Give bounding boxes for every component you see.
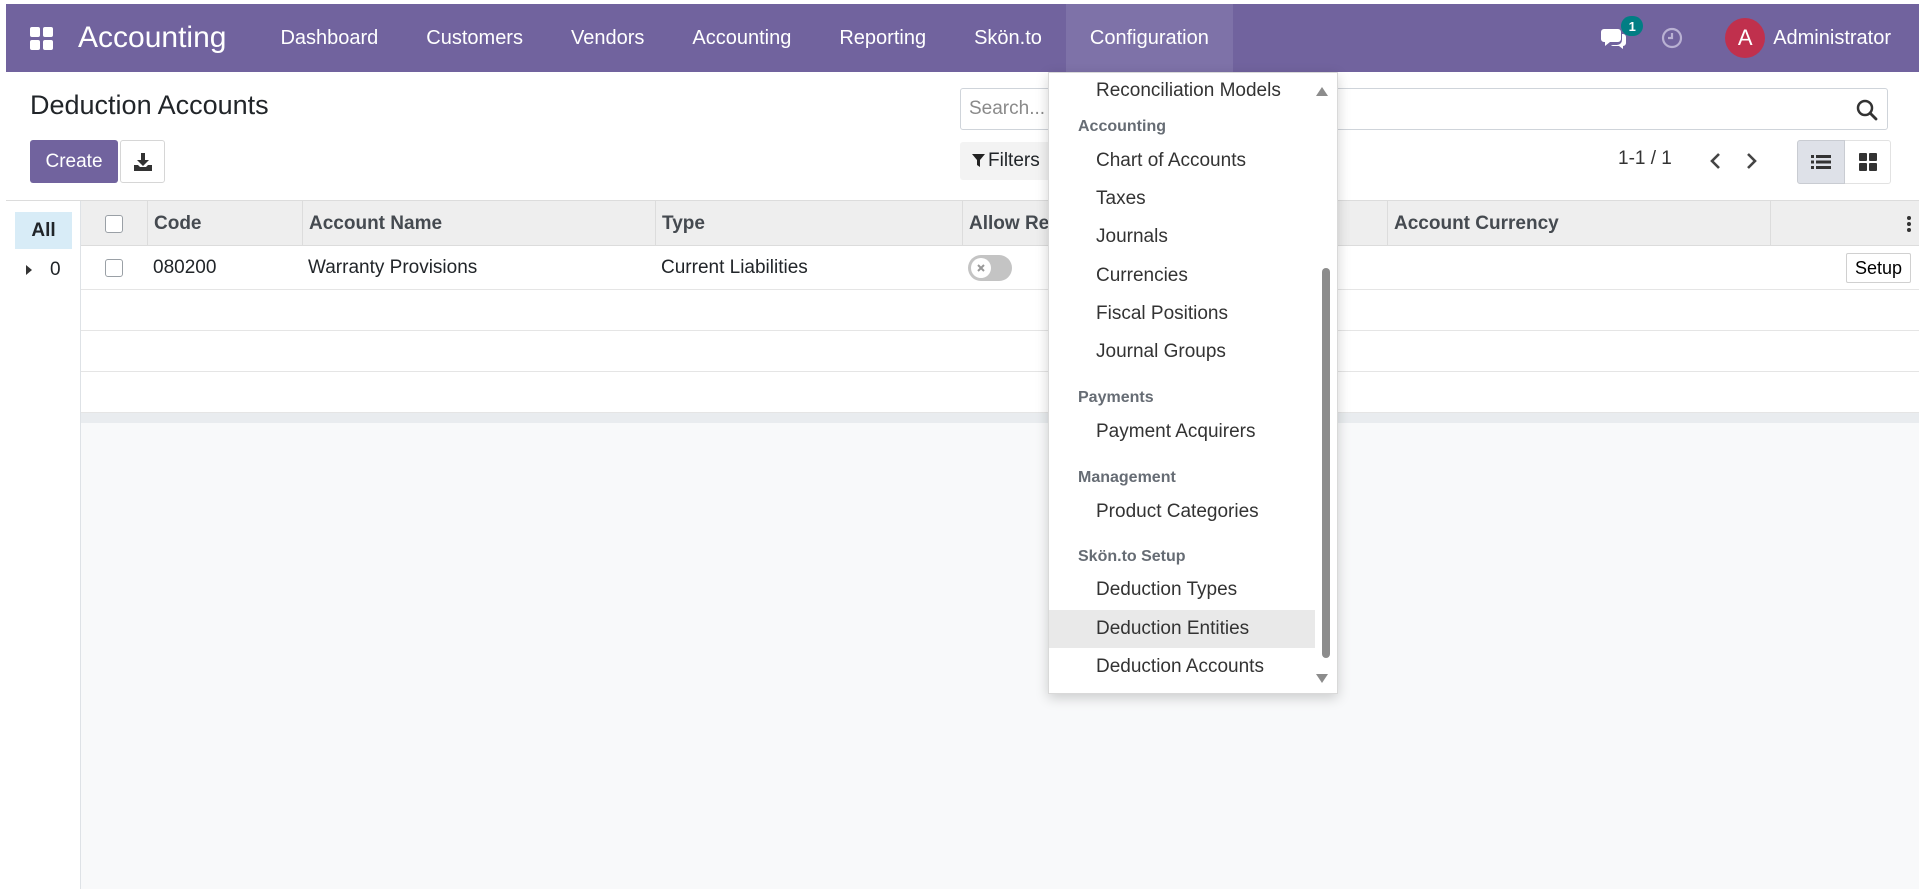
row-checkbox[interactable] xyxy=(105,259,123,277)
empty-row xyxy=(81,331,1919,372)
setup-button[interactable]: Setup xyxy=(1845,253,1911,283)
column-account-name[interactable]: Account Name xyxy=(302,201,655,246)
menu-customers[interactable]: Customers xyxy=(402,4,547,72)
cell-code: 080200 xyxy=(153,257,217,278)
group-panel: All 0 xyxy=(6,201,81,889)
export-download-button[interactable] xyxy=(120,140,165,183)
section-header-payments: Payments xyxy=(1078,389,1154,406)
menu-item-product-categories[interactable]: Product Categories xyxy=(1049,493,1315,531)
toggle-knob xyxy=(971,258,991,278)
scroll-up-arrow-icon[interactable] xyxy=(1315,85,1329,97)
optional-columns-toggle[interactable] xyxy=(1770,201,1919,246)
cell-allow-reconciliation xyxy=(962,246,1012,290)
menu-item-payment-acquirers[interactable]: Payment Acquirers xyxy=(1049,413,1315,451)
table-row[interactable]: 080200 Warranty Provisions Current Liabi… xyxy=(81,246,1919,290)
column-code[interactable]: Code xyxy=(147,201,302,246)
list-icon xyxy=(1811,155,1831,169)
menu-skonto[interactable]: Skön.to xyxy=(950,4,1066,72)
menu-configuration[interactable]: Configuration xyxy=(1065,4,1233,72)
menu-item-journal-groups[interactable]: Journal Groups xyxy=(1049,333,1315,371)
chevron-left-icon xyxy=(1710,153,1720,169)
configuration-dropdown: Reconciliation Models Accounting Chart o… xyxy=(1048,72,1338,694)
menu-item-reconciliation-models[interactable]: Reconciliation Models xyxy=(1049,73,1315,109)
row-select-cell xyxy=(81,246,147,290)
menu-reporting[interactable]: Reporting xyxy=(815,4,950,72)
menu-item-deduction-accounts[interactable]: Deduction Accounts xyxy=(1049,648,1315,686)
user-avatar[interactable]: A xyxy=(1725,18,1766,58)
empty-row xyxy=(81,290,1919,331)
section-header-management: Management xyxy=(1078,469,1176,486)
pager-value[interactable]: 1-1 / 1 xyxy=(1618,148,1672,170)
caret-right-icon[interactable] xyxy=(24,263,34,277)
filters-label: Filters xyxy=(988,150,1040,171)
menu-item-fiscal-positions[interactable]: Fiscal Positions xyxy=(1049,295,1315,333)
navbar-systray: 1 A Administrator xyxy=(1599,4,1919,72)
section-header-accounting: Accounting xyxy=(1078,118,1166,135)
user-name[interactable]: Administrator xyxy=(1773,27,1891,50)
scroll-down-arrow-icon[interactable] xyxy=(1315,673,1329,685)
menu-item-deduction-types[interactable]: Deduction Types xyxy=(1049,571,1315,609)
group-all-filter[interactable]: All xyxy=(15,212,72,249)
section-header-skonto-setup: Skön.to Setup xyxy=(1078,548,1186,565)
close-icon xyxy=(977,264,985,272)
chat-badge: 1 xyxy=(1621,16,1644,36)
search-icon[interactable] xyxy=(1855,98,1879,122)
page-title: Deduction Accounts xyxy=(30,90,269,120)
cell-type: Current Liabilities xyxy=(661,257,808,278)
column-type[interactable]: Type xyxy=(655,201,962,246)
menu-item-taxes[interactable]: Taxes xyxy=(1049,180,1315,218)
pager-next-button[interactable] xyxy=(1737,146,1767,176)
chat-icon[interactable]: 1 xyxy=(1599,16,1644,53)
download-icon xyxy=(133,152,152,171)
app-brand[interactable]: Accounting xyxy=(76,21,226,55)
cell-account-name: Warranty Provisions xyxy=(308,257,478,278)
column-account-currency[interactable]: Account Currency xyxy=(1387,201,1770,246)
kanban-icon xyxy=(1858,153,1877,171)
list-header: Code Account Name Type Allow Rec Account… xyxy=(81,201,1919,246)
menu-item-currencies[interactable]: Currencies xyxy=(1049,257,1315,295)
apps-menu-icon[interactable] xyxy=(6,4,76,72)
menu-item-deduction-entities[interactable]: Deduction Entities xyxy=(1049,610,1315,648)
chevron-right-icon xyxy=(1747,153,1757,169)
filters-button[interactable]: Filters xyxy=(960,142,1054,180)
content-area: All 0 Code Account Name Type Allow Rec A… xyxy=(6,200,1919,889)
list-footer xyxy=(81,413,1919,423)
select-all-checkbox[interactable] xyxy=(105,214,123,233)
empty-row xyxy=(81,372,1919,413)
dropdown-scrollbar-thumb[interactable] xyxy=(1322,268,1330,658)
kebab-menu-icon xyxy=(1907,215,1911,232)
top-navbar: Accounting Dashboard Customers Vendors A… xyxy=(6,4,1919,72)
menu-dashboard[interactable]: Dashboard xyxy=(256,4,402,72)
menu-item-chart-of-accounts[interactable]: Chart of Accounts xyxy=(1049,142,1315,180)
allow-reconciliation-toggle[interactable] xyxy=(968,255,1012,281)
group-count[interactable]: 0 xyxy=(50,259,61,281)
menu-item-journals[interactable]: Journals xyxy=(1049,218,1315,256)
menu-vendors[interactable]: Vendors xyxy=(547,4,668,72)
list-view-button[interactable] xyxy=(1797,140,1845,184)
menu-accounting[interactable]: Accounting xyxy=(668,4,815,72)
create-button[interactable]: Create xyxy=(30,140,118,183)
list-view: Code Account Name Type Allow Rec Account… xyxy=(81,201,1919,423)
app-window: Accounting Dashboard Customers Vendors A… xyxy=(0,0,1919,889)
pager-previous-button[interactable] xyxy=(1700,146,1730,176)
filter-icon xyxy=(972,154,985,167)
kanban-view-button[interactable] xyxy=(1845,140,1891,184)
select-all-cell xyxy=(81,201,147,246)
activity-clock-icon[interactable] xyxy=(1659,25,1685,51)
